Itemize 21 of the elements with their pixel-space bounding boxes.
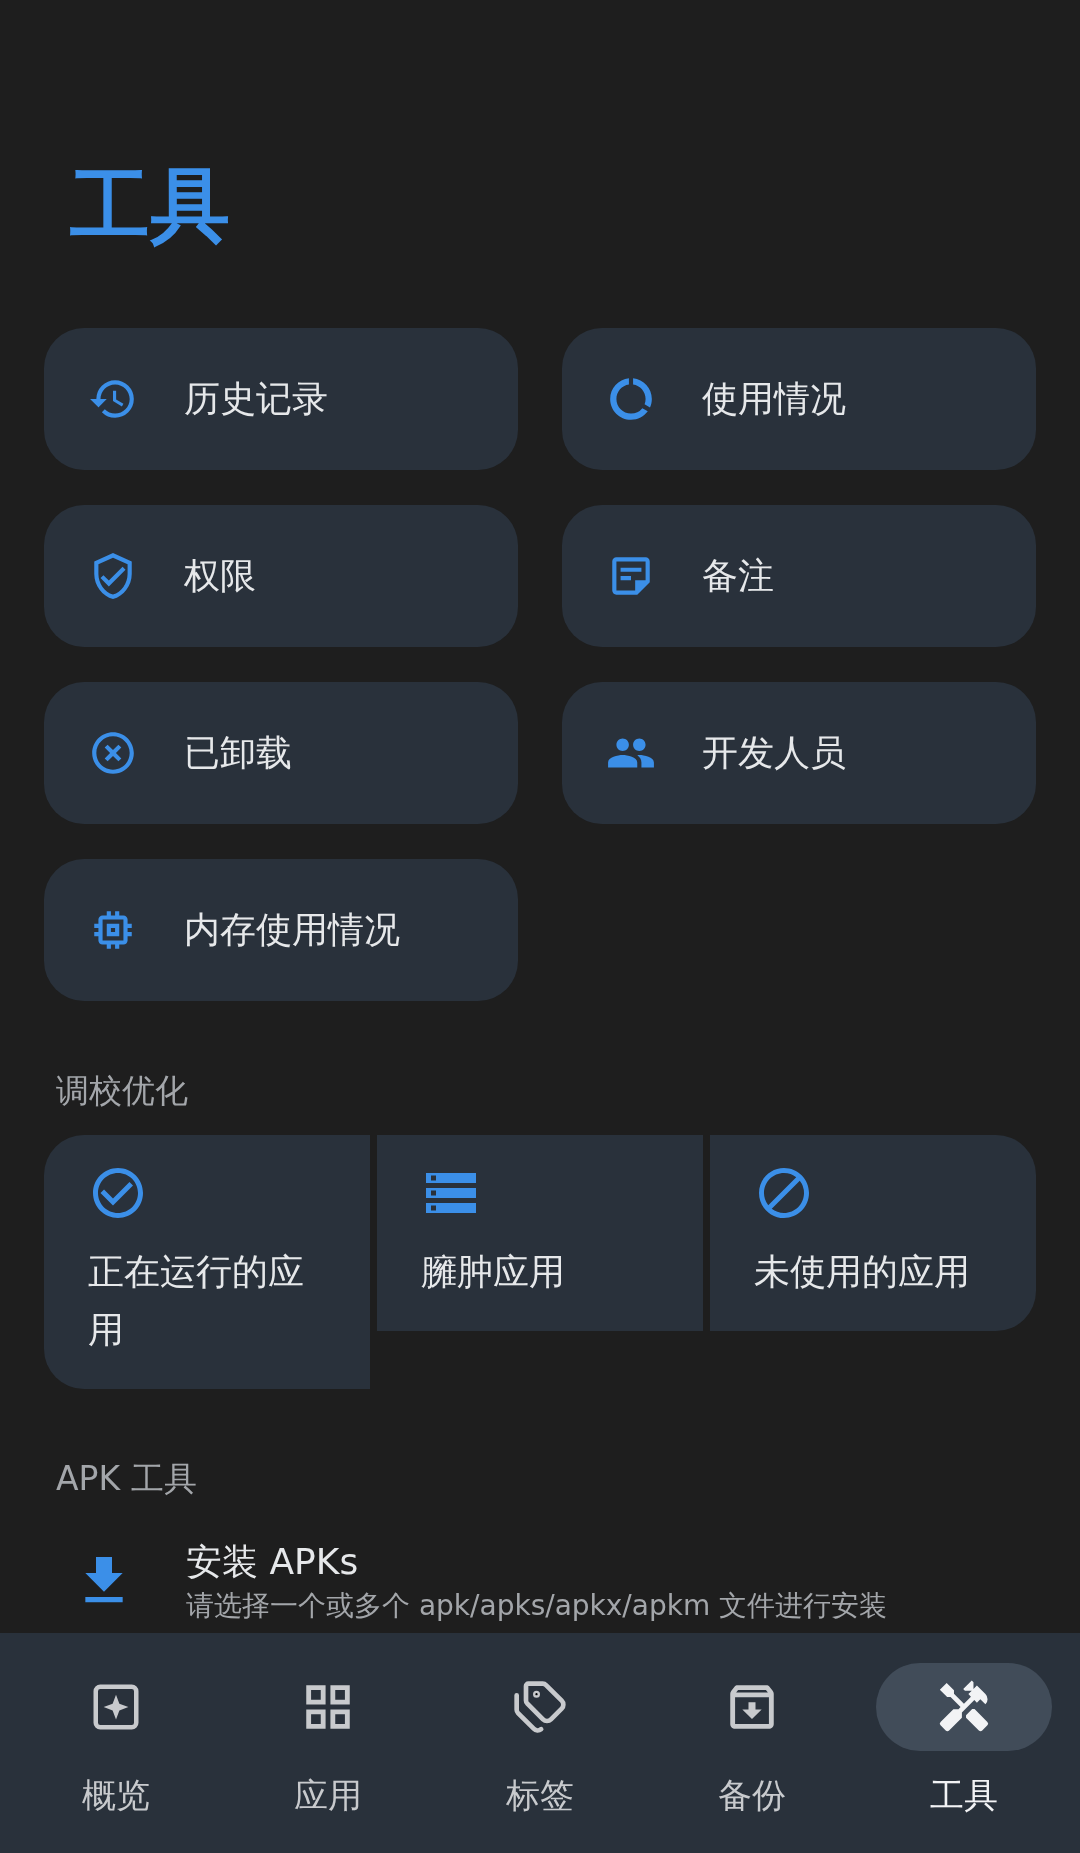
tags-icon (512, 1679, 568, 1735)
tool-card[interactable]: 已卸载 (44, 682, 518, 824)
install-apks-link[interactable]: 安装 APKs (186, 1537, 359, 1587)
section-heading: 调校优化 (56, 1071, 188, 1111)
tool-card[interactable]: 使用情况 (562, 328, 1036, 470)
nav-tab[interactable]: 概览 (10, 1633, 222, 1853)
nav-tab[interactable]: 工具 (858, 1633, 1070, 1853)
optimization-card[interactable]: 正在运行的应用 (44, 1135, 370, 1389)
nav-tab[interactable]: 标签 (434, 1633, 646, 1853)
page-title: 工具 (70, 158, 230, 254)
tool-card[interactable]: 内存使用情况 (44, 859, 518, 1001)
nav-tab[interactable]: 备份 (646, 1633, 858, 1853)
tool-card[interactable]: 开发人员 (562, 682, 1036, 824)
optimization-card[interactable]: 未使用的应用 (710, 1135, 1036, 1331)
tool-card[interactable]: 历史记录 (44, 328, 518, 470)
optimization-card[interactable]: 臃肿应用 (377, 1135, 703, 1331)
tool-card[interactable]: 备注 (562, 505, 1036, 647)
section-heading: APK 工具 (56, 1459, 197, 1499)
tool-card[interactable]: 权限 (44, 505, 518, 647)
nav-tab[interactable]: 应用 (222, 1633, 434, 1853)
install-description: 请选择一个或多个 apk/apks/apkx/apkm 文件进行安装 (186, 1588, 888, 1624)
